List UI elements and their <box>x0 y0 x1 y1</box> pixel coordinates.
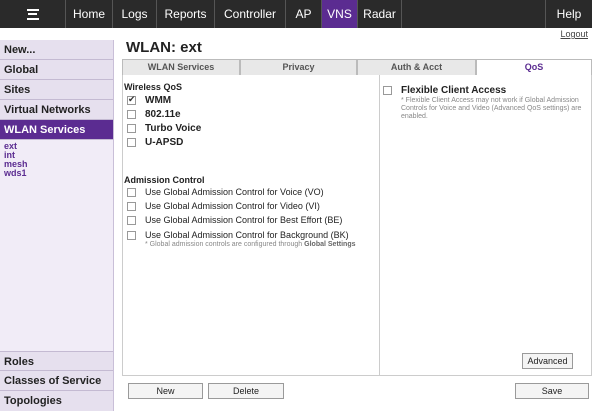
tab-bar: WLAN Services Privacy Auth & Acct QoS <box>122 59 592 76</box>
tab-qos[interactable]: QoS <box>476 59 592 76</box>
qos-left-column: Wireless QoS WMM 802.11e Turbo Voice U-A… <box>123 75 380 375</box>
admission-vi-checkbox[interactable] <box>127 201 136 211</box>
wireless-qos-label: Wireless QoS <box>124 82 182 92</box>
nav-logs[interactable]: Logs <box>113 0 157 28</box>
delete-button[interactable]: Delete <box>208 383 284 399</box>
save-button[interactable]: Save <box>515 383 589 399</box>
wlan-link-ext[interactable]: ext <box>4 142 113 151</box>
sidebar-bottom: Roles Classes of Service Topologies <box>0 351 113 411</box>
admission-bk-checkbox[interactable] <box>127 230 136 240</box>
flexible-client-access-note: * Flexible Client Access may not work if… <box>401 97 582 120</box>
new-button[interactable]: New <box>128 383 203 399</box>
sidebar-item-topologies[interactable]: Topologies <box>0 391 113 411</box>
80211e-checkbox[interactable] <box>127 110 136 119</box>
admission-vi-option[interactable]: Use Global Admission Control for Video (… <box>127 201 320 211</box>
sidebar-item-new[interactable]: New... <box>0 40 113 60</box>
sidebar-item-classes-of-service[interactable]: Classes of Service <box>0 371 113 391</box>
extreme-logo[interactable] <box>0 0 66 28</box>
admission-note-text: * Global admission controls are configur… <box>145 241 303 248</box>
flexible-client-access-checkbox[interactable] <box>383 86 392 95</box>
admission-vo-label: Use Global Admission Control for Voice (… <box>145 187 324 197</box>
sidebar-item-global[interactable]: Global <box>0 60 113 80</box>
turbo-voice-checkbox[interactable] <box>127 124 136 133</box>
nav-ap[interactable]: AP <box>286 0 322 28</box>
logout-link[interactable]: Logout <box>560 29 588 39</box>
admission-note: * Global admission controls are configur… <box>145 241 377 249</box>
wmm-checkbox[interactable] <box>127 94 136 105</box>
page-title: WLAN: ext <box>126 39 202 56</box>
admission-vi-label: Use Global Admission Control for Video (… <box>145 201 320 211</box>
80211e-option[interactable]: 802.11e <box>127 109 181 120</box>
wmm-label: WMM <box>145 95 172 106</box>
sidebar-item-roles[interactable]: Roles <box>0 351 113 371</box>
sidebar: New... Global Sites Virtual Networks WLA… <box>0 40 114 411</box>
turbo-voice-label: Turbo Voice <box>145 123 202 134</box>
nav-spacer <box>402 0 546 28</box>
flexible-client-access-option[interactable]: Flexible Client Access <box>383 85 506 96</box>
nav-home[interactable]: Home <box>66 0 113 28</box>
tab-auth-acct[interactable]: Auth & Acct <box>357 59 476 75</box>
admission-bk-label: Use Global Admission Control for Backgro… <box>145 230 349 240</box>
sidebar-item-wlan-services[interactable]: WLAN Services <box>0 120 113 140</box>
admission-vo-checkbox[interactable] <box>127 187 136 197</box>
turbo-voice-option[interactable]: Turbo Voice <box>127 123 201 134</box>
tab-wlan-services[interactable]: WLAN Services <box>122 59 240 75</box>
wlan-link-wds1[interactable]: wds1 <box>4 169 113 178</box>
admission-be-label: Use Global Admission Control for Best Ef… <box>145 215 343 225</box>
wlan-list: ext int mesh wds1 <box>0 140 113 178</box>
u-apsd-label: U-APSD <box>145 137 184 148</box>
admission-be-checkbox[interactable] <box>127 215 136 225</box>
wmm-option[interactable]: WMM <box>127 94 172 106</box>
nav-controller[interactable]: Controller <box>215 0 286 28</box>
advanced-button[interactable]: Advanced <box>522 353 573 369</box>
nav-radar[interactable]: Radar <box>358 0 402 28</box>
tab-privacy[interactable]: Privacy <box>240 59 357 75</box>
logo-icon <box>26 8 39 20</box>
admission-be-option[interactable]: Use Global Admission Control for Best Ef… <box>127 215 342 225</box>
sidebar-item-virtual-networks[interactable]: Virtual Networks <box>0 100 113 120</box>
admission-bk-option[interactable]: Use Global Admission Control for Backgro… <box>127 230 349 240</box>
nav-vns[interactable]: VNS <box>322 0 358 28</box>
u-apsd-option[interactable]: U-APSD <box>127 137 183 148</box>
qos-panel: Wireless QoS WMM 802.11e Turbo Voice U-A… <box>122 75 592 376</box>
global-settings-link[interactable]: Global Settings <box>304 241 355 248</box>
flexible-client-access-label: Flexible Client Access <box>401 85 507 96</box>
admission-control-label: Admission Control <box>124 175 205 185</box>
80211e-label: 802.11e <box>145 109 181 120</box>
nav-reports[interactable]: Reports <box>157 0 215 28</box>
top-nav-bar: Home Logs Reports Controller AP VNS Rada… <box>0 0 592 28</box>
nav-help[interactable]: Help <box>546 0 592 28</box>
sidebar-item-sites[interactable]: Sites <box>0 80 113 100</box>
admission-vo-option[interactable]: Use Global Admission Control for Voice (… <box>127 187 324 197</box>
u-apsd-checkbox[interactable] <box>127 138 136 147</box>
qos-right-column: Flexible Client Access * Flexible Client… <box>381 75 591 375</box>
